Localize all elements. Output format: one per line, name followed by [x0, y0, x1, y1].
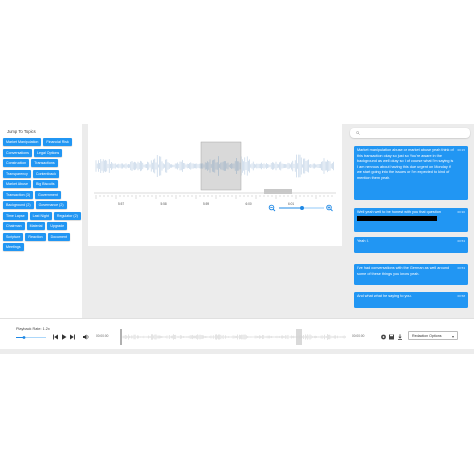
topics-panel: Jump To Topics Market Manipulation Financ…: [0, 124, 82, 318]
redaction-options-label: Redaction Options: [412, 334, 442, 338]
transcript-panel: 00:15 Market manipulation abuse or marke…: [348, 124, 474, 318]
message-time: 00:53: [457, 265, 465, 270]
topic-button[interactable]: Meetings: [3, 243, 24, 251]
topic-button[interactable]: Government: [35, 190, 61, 199]
search-icon: [356, 131, 360, 135]
mini-waveform-bars: [122, 334, 346, 340]
zoom-control: [268, 204, 333, 212]
topic-button[interactable]: Market Manipulation: [3, 138, 42, 146]
topic-button[interactable]: Contentback: [32, 169, 60, 178]
topic-button[interactable]: Regulator (2): [53, 211, 81, 220]
volume-icon[interactable]: [83, 334, 89, 340]
topic-button[interactable]: Document: [47, 232, 70, 241]
topic-button[interactable]: Upgrade: [47, 222, 68, 230]
message-time: 00:15: [457, 147, 465, 152]
playback-rate-slider[interactable]: [16, 336, 46, 339]
download-icon[interactable]: [398, 334, 402, 340]
timeline-tick-label: 5:59: [203, 202, 209, 206]
topic-button[interactable]: Reaction: [25, 232, 46, 241]
topic-button[interactable]: Construction: [3, 159, 30, 167]
current-time: 00:00:00: [96, 334, 109, 338]
transcript-message[interactable]: 00:15 Market manipulation abuse or marke…: [354, 146, 468, 200]
playback-controls: [53, 334, 89, 340]
chevron-down-icon: ▾: [451, 334, 454, 339]
redaction-options-select[interactable]: Redaction Options ▾: [408, 331, 458, 340]
message-text: Market manipulation abuse or market abus…: [357, 148, 454, 180]
zoom-in-icon[interactable]: [326, 204, 333, 212]
topics-title: Jump To Topics: [7, 129, 36, 134]
play-icon[interactable]: [62, 334, 67, 340]
transcript-search-input[interactable]: [350, 128, 470, 138]
topic-button[interactable]: Chairman: [3, 222, 25, 230]
save-icon[interactable]: [389, 334, 394, 340]
topic-list: Market Manipulation Financial Risk Convers…: [3, 138, 81, 251]
waveform-canvas[interactable]: 5:57 5:58 5:59 6:00 6:01: [88, 124, 342, 246]
mini-selection[interactable]: [296, 329, 302, 345]
topic-button[interactable]: Big Biscuits: [32, 180, 58, 188]
timeline-tick-label: 5:58: [161, 202, 167, 206]
message-time: 00:58: [457, 293, 465, 298]
topic-button[interactable]: Scripture: [3, 232, 24, 241]
topic-button[interactable]: Transaction (3): [3, 190, 34, 199]
skip-forward-icon[interactable]: [70, 334, 75, 340]
message-text: Well yeah well to be honest with you tha…: [357, 210, 465, 222]
gear-icon[interactable]: [381, 334, 386, 340]
topic-button[interactable]: Last Night: [29, 211, 52, 220]
transcript-message[interactable]: 00:53 Yeah I.: [354, 237, 468, 253]
redaction-bar: [357, 215, 437, 221]
message-text: I've had conversations with the German a…: [357, 266, 450, 276]
message-text: And what what he saying to you.: [357, 294, 412, 298]
audio-player-bar: Playback Rate: 1.2x 00:00:00 00:00:00 Re…: [0, 318, 474, 349]
message-time: 00:53: [457, 238, 465, 243]
message-text-visible: Well yeah well to be honest with you tha…: [357, 210, 441, 214]
message-time: 00:30: [457, 209, 465, 214]
timeline-tick-label: 6:00: [246, 202, 252, 206]
mini-waveform[interactable]: [120, 329, 348, 345]
timeline-tick-label: 5:57: [118, 202, 124, 206]
topic-button[interactable]: Transactions: [31, 159, 58, 167]
topic-button[interactable]: Legal Options: [33, 148, 63, 157]
playhead-start[interactable]: [120, 329, 122, 345]
topic-button[interactable]: Financial Risk: [43, 138, 72, 146]
timeline-scrollbar[interactable]: [264, 189, 292, 194]
topic-button[interactable]: Governance (2): [35, 201, 67, 209]
transcript-message[interactable]: 00:58 And what what he saying to you.: [354, 292, 468, 308]
topic-button[interactable]: Market Abuse: [3, 180, 31, 188]
transcript-message[interactable]: 00:53 I've had conversations with the Ge…: [354, 264, 468, 285]
player-tools: [381, 334, 402, 340]
topic-button[interactable]: Time Lapse: [3, 211, 28, 220]
transcript-message[interactable]: 00:30 Well yeah well to be honest with y…: [354, 208, 468, 232]
zoom-slider-thumb[interactable]: [300, 206, 304, 210]
waveform-editor: 5:57 5:58 5:59 6:00 6:01: [88, 124, 342, 246]
zoom-out-icon[interactable]: [268, 204, 276, 212]
skip-back-icon[interactable]: [53, 334, 58, 340]
playback-rate-thumb[interactable]: [22, 336, 26, 339]
topic-button[interactable]: Conversations: [3, 148, 32, 157]
total-time: 00:00:00: [352, 334, 365, 338]
topic-button[interactable]: Transparency: [3, 169, 31, 178]
playback-rate-label: Playback Rate: 1.2x: [16, 327, 50, 331]
message-text: Yeah I.: [357, 239, 369, 243]
topic-button[interactable]: Background (2): [3, 201, 34, 209]
topic-button[interactable]: Material: [26, 222, 46, 230]
